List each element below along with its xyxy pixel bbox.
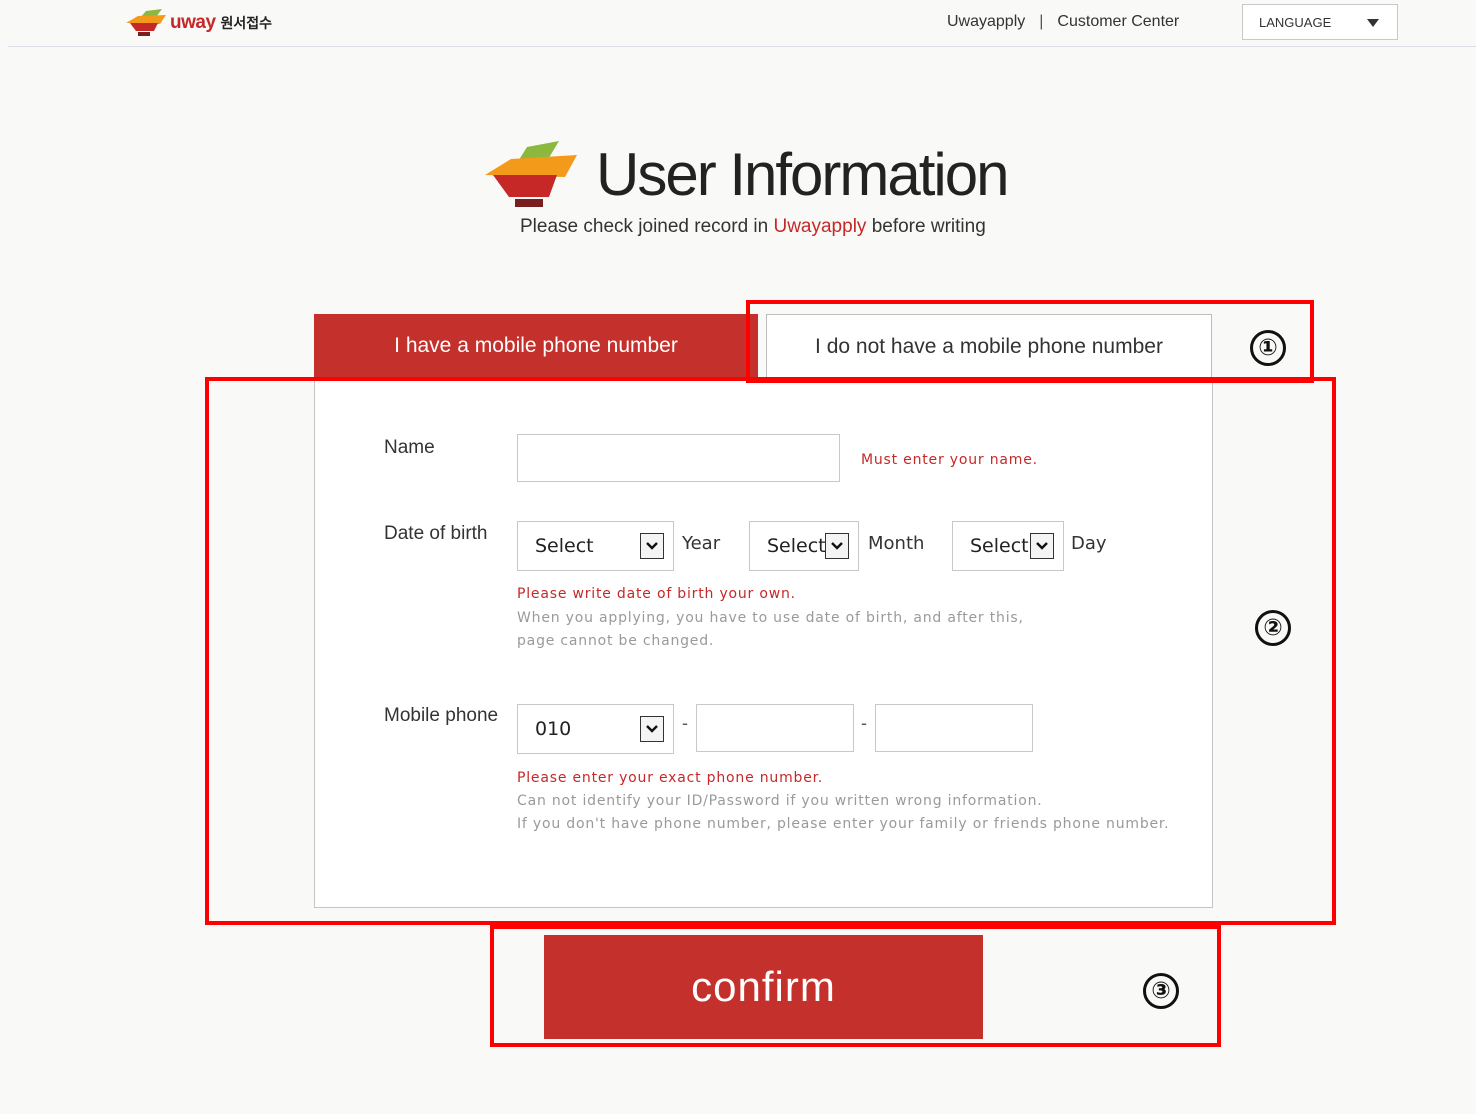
language-dropdown[interactable]: LANGUAGE — [1242, 4, 1398, 40]
header-divider — [8, 46, 1476, 47]
page-title: User Information — [596, 141, 1009, 208]
caret-down-icon — [1367, 19, 1379, 27]
tab-have-mobile[interactable]: I have a mobile phone number — [314, 314, 758, 378]
subtitle-text-end: before writing — [866, 216, 986, 237]
annotation-number-1: ① — [1250, 330, 1286, 366]
brand-subtitle: 원서접수 — [220, 15, 273, 31]
brand-logo[interactable]: uway 원서접수 — [126, 8, 272, 38]
language-label: LANGUAGE — [1259, 14, 1332, 30]
subtitle-brand-link: Uwayapply — [773, 216, 867, 237]
annotation-number-2: ② — [1255, 610, 1291, 646]
page-subtitle: Please check joined record in Uwayapply … — [520, 216, 986, 238]
brand-name: uway — [170, 12, 216, 33]
uway-logo-icon — [126, 9, 166, 36]
top-header: uway 원서접수 Uwayapply | Customer Center LA… — [0, 0, 1476, 47]
annotation-box-2 — [205, 377, 1336, 925]
annotation-box-3 — [490, 925, 1221, 1047]
annotation-number-3: ③ — [1143, 973, 1179, 1009]
nav-separator: | — [1039, 13, 1044, 30]
header-nav: Uwayapply | Customer Center — [947, 13, 1179, 31]
subtitle-text-start: Please check joined record in — [520, 216, 774, 237]
nav-link-customer-center[interactable]: Customer Center — [1057, 13, 1179, 31]
annotation-box-1 — [746, 300, 1314, 383]
uway-emblem-icon — [485, 141, 577, 207]
nav-link-uwayapply[interactable]: Uwayapply — [947, 13, 1025, 31]
